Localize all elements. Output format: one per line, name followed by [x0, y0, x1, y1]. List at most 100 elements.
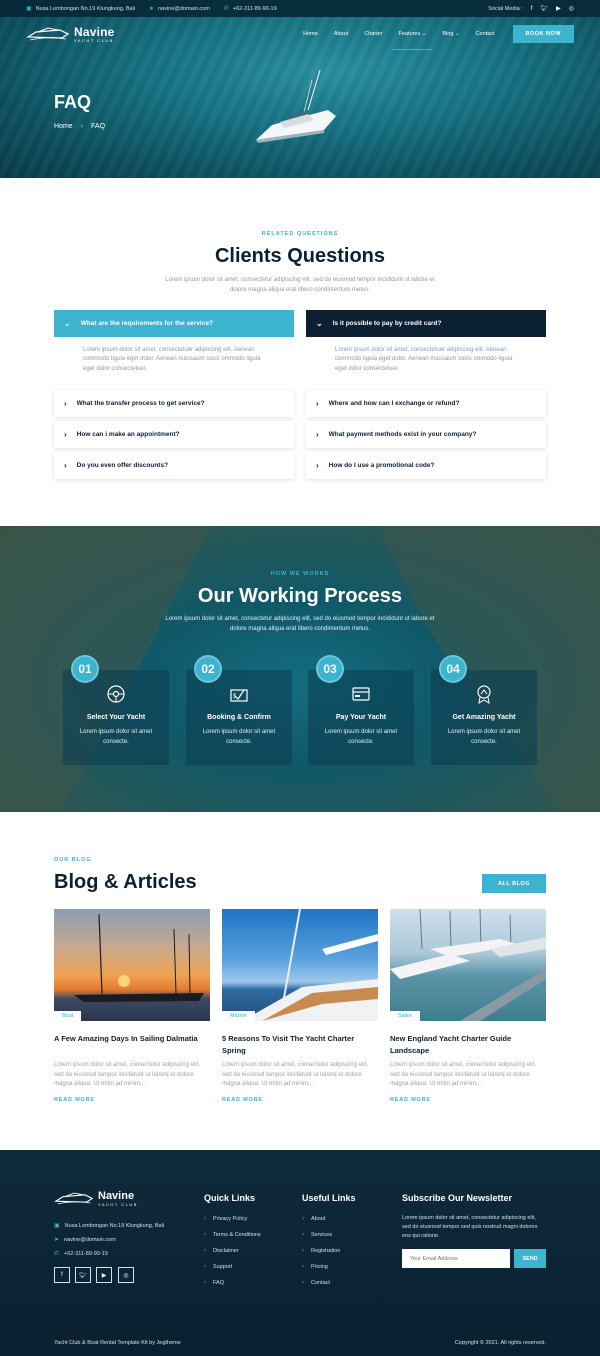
yacht-logo-icon: [54, 1192, 94, 1205]
top-email[interactable]: ➤ navine@domain.com: [149, 5, 210, 13]
faq-item[interactable]: › How can i make an appointment?: [54, 421, 294, 448]
instagram-icon[interactable]: ◎: [118, 1267, 134, 1283]
credit-card-icon: [352, 687, 370, 701]
read-more-link[interactable]: READ MORE: [390, 1097, 431, 1103]
process-title: Our Working Process: [197, 585, 403, 607]
breadcrumb-current: FAQ: [91, 123, 106, 130]
nav-item-blog[interactable]: Blog ⌄: [442, 27, 459, 41]
faq-answer-left: Lorem ipsum dolor sit amet, consectetuer…: [83, 347, 261, 372]
phone-icon: ✆: [54, 1251, 60, 1257]
process-step-card: Pay Your Yacht Lorem ipsum dolor sit ame…: [308, 670, 414, 765]
yacht-logo-icon: [26, 26, 70, 40]
twitter-icon[interactable]: 🐦︎: [541, 5, 549, 12]
send-icon: ➤: [149, 6, 155, 12]
post-excerpt: Lorem ipsum dolor sit amet, consectetur …: [54, 1062, 201, 1088]
nav-item-features[interactable]: Features ⌄: [392, 27, 433, 50]
footer-logo[interactable]: Navine YACHT CLUB: [54, 1190, 138, 1207]
faq-item[interactable]: › How do I use a promotional code?: [306, 452, 546, 479]
footer-link[interactable]: › Support: [204, 1264, 232, 1270]
chevron-down-icon: ⌄: [421, 30, 427, 37]
brand-tagline: YACHT CLUB: [74, 37, 114, 43]
post-title[interactable]: A Few Amazing Days In Sailing Dalmatia: [54, 1033, 210, 1045]
quick-links-title: Quick Links: [204, 1193, 256, 1203]
newsletter-email-input[interactable]: [402, 1249, 510, 1268]
footer-link[interactable]: › About: [302, 1216, 325, 1222]
post-title[interactable]: New England Yacht Charter Guide Landscap…: [390, 1033, 546, 1057]
faq-item[interactable]: › Where and how can I exchange or refund?: [306, 390, 546, 417]
twitter-icon[interactable]: 🐦︎: [75, 1267, 91, 1283]
main-navbar: Navine YACHT CLUB Home About Charter Fea…: [0, 17, 600, 50]
footer-link[interactable]: › FAQ: [204, 1280, 224, 1286]
process-step-card: Select Your Yacht Lorem ipsum dolor sit …: [63, 670, 169, 765]
brand-logo[interactable]: Navine YACHT CLUB: [26, 25, 115, 43]
facebook-icon[interactable]: f: [531, 6, 533, 12]
footer-email[interactable]: ➤ navine@domain.com: [54, 1236, 116, 1244]
faq-answer-right: Lorem ipsum dolor sit amet, consectetuer…: [335, 347, 513, 372]
process-subtitle: Lorem ipsum dolor sit amet, consectetur …: [165, 616, 435, 632]
blog-image-marina[interactable]: [390, 909, 546, 1021]
footer-link[interactable]: › Contact: [302, 1280, 330, 1286]
social-label: Social Media :: [488, 5, 523, 12]
newsletter-text: Lorem ipsum dolor sit amet, consectetur …: [402, 1215, 538, 1239]
post-excerpt: Lorem ipsum dolor sit amet, consectetur …: [222, 1062, 369, 1088]
post-tag[interactable]: Sailor: [390, 1011, 421, 1021]
step-title: Booking & Confirm: [207, 714, 271, 721]
nav-menu: Home About Charter Features ⌄ Blog ⌄ Con…: [303, 27, 495, 50]
yacht-image: [256, 70, 336, 143]
chevron-right-icon: ›: [302, 1280, 304, 1286]
youtube-icon[interactable]: ▶: [556, 5, 561, 12]
blog-image-sunset[interactable]: [54, 909, 210, 1021]
nav-item-contact[interactable]: Contact: [476, 27, 495, 41]
chevron-right-icon: ›: [316, 399, 319, 408]
faq-eyebrow: RELATED QUESTIONS: [261, 231, 339, 237]
footer-link[interactable]: › Disclaimer: [204, 1248, 239, 1254]
step-desc: Lorem ipsum dolor sit amet consecte.: [324, 729, 398, 745]
instagram-icon[interactable]: ◎: [569, 5, 574, 12]
send-icon: ➤: [54, 1237, 60, 1243]
book-now-button[interactable]: BOOK NOW: [512, 24, 574, 43]
nav-item-home[interactable]: Home: [303, 27, 318, 41]
step-number: 03: [316, 655, 344, 683]
faq-item[interactable]: › Do you even offer discounts?: [54, 452, 294, 479]
footer-link[interactable]: › Registration: [302, 1248, 340, 1254]
top-phone[interactable]: ✆ +62-311-89-90-19: [224, 5, 277, 13]
page-title: FAQ: [54, 92, 92, 112]
nav-item-about[interactable]: About: [334, 27, 348, 41]
faq-item-open-left[interactable]: ⌄ What are the requirements for the servi…: [54, 310, 294, 337]
send-button[interactable]: SEND: [514, 1249, 546, 1268]
faq-item[interactable]: › What the transfer process to get servic…: [54, 390, 294, 417]
footer-link[interactable]: › Terms & Conditions: [204, 1232, 261, 1238]
sailboat-silhouette-icon: [74, 913, 204, 1002]
post-tag[interactable]: Boat: [54, 1011, 82, 1021]
post-title[interactable]: 5 Reasons To Visit The Yacht Charter Spr…: [222, 1033, 378, 1057]
youtube-icon[interactable]: ▶: [96, 1267, 112, 1283]
footer-address: ▣ Nusa Lembongan No.19 Klungkung, Bali: [54, 1222, 165, 1230]
all-blog-button[interactable]: ALL BLOG: [482, 874, 546, 893]
step-desc: Lorem ipsum dolor sit amet consecte.: [79, 729, 153, 745]
faq-title: Clients Questions: [214, 245, 386, 267]
faq-item-open-right[interactable]: ⌄ Is it possible to pay by credit card?: [306, 310, 546, 337]
facebook-icon[interactable]: f: [54, 1267, 70, 1283]
chevron-down-icon: ⌄: [316, 319, 323, 328]
sailing-deck-icon: [242, 909, 378, 1021]
copyright: Copyright © 2021. All rights reserved.: [454, 1340, 546, 1346]
read-more-link[interactable]: READ MORE: [54, 1097, 95, 1103]
post-excerpt: Lorem ipsum dolor sit amet, consectetur …: [390, 1062, 537, 1088]
blog-image-sailing[interactable]: [222, 909, 378, 1021]
post-tag[interactable]: Marine: [222, 1011, 255, 1021]
read-more-link[interactable]: READ MORE: [222, 1097, 263, 1103]
footer-link[interactable]: › Pricing: [302, 1264, 328, 1270]
nav-item-charter[interactable]: Charter: [364, 27, 382, 41]
footer-brand-tagline: YACHT CLUB: [98, 1202, 138, 1207]
process-step-card: $ Booking & Confirm Lorem ipsum dolor si…: [186, 670, 292, 765]
chevron-right-icon: ›: [302, 1216, 304, 1222]
footer-credit: Yacht Club & Boat Rental Template Kit by…: [54, 1340, 181, 1346]
breadcrumb: Home › FAQ: [54, 123, 105, 130]
faq-item[interactable]: › What payment methods exist in your comp…: [306, 421, 546, 448]
footer-phone[interactable]: ✆ +62-311-89-90-19: [54, 1250, 108, 1258]
chevron-right-icon: ›: [204, 1248, 206, 1254]
breadcrumb-home[interactable]: Home: [54, 123, 73, 130]
process-step-card: Get Amazing Yacht Lorem ipsum dolor sit …: [431, 670, 537, 765]
footer-link[interactable]: › Privacy Policy: [204, 1216, 247, 1222]
footer-link[interactable]: › Services: [302, 1232, 332, 1238]
